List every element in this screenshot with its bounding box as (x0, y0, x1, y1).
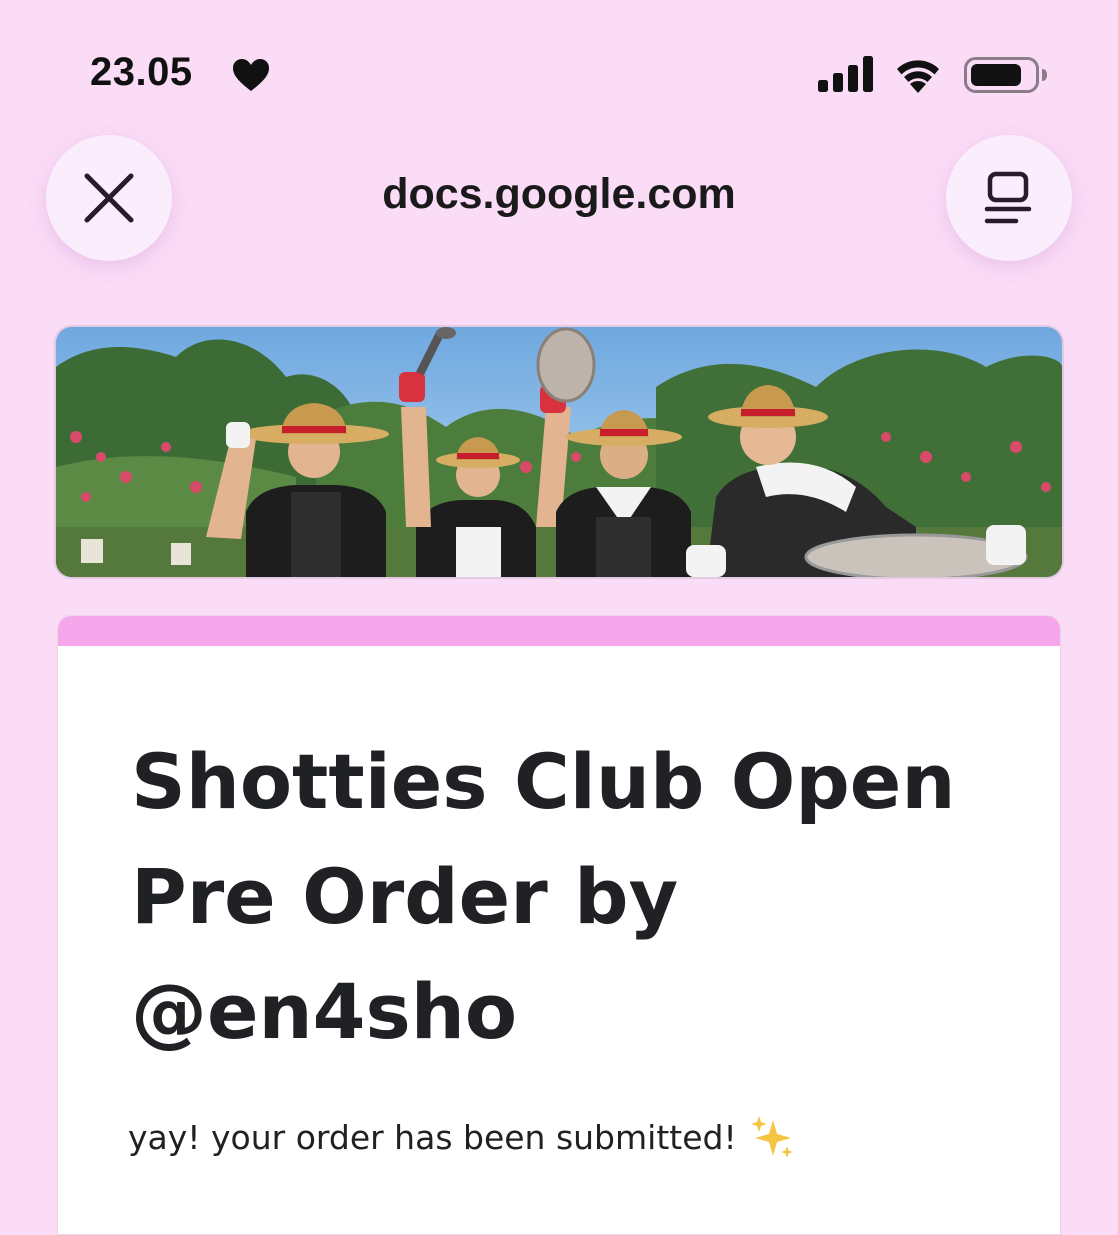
form-card: Shotties Club Open Pre Order by @en4sho … (57, 615, 1061, 1235)
status-time: 23.05 (90, 50, 193, 94)
reader-menu-icon (984, 171, 1032, 224)
reader-menu-button[interactable] (946, 135, 1072, 261)
sparkles-icon (750, 1116, 793, 1158)
browser-toolbar: docs.google.com (0, 125, 1118, 270)
wifi-icon (897, 60, 939, 93)
form-accent-bar (58, 616, 1060, 646)
cellular-signal-icon (818, 56, 873, 92)
form-header-image (54, 325, 1064, 579)
battery-icon (964, 57, 1047, 93)
heart-icon (233, 59, 269, 91)
form-title: Shotties Club Open Pre Order by @en4sho (131, 737, 956, 1056)
status-bar: 23.05 (0, 0, 1118, 120)
confirmation-text: yay! your order has been submitted! (128, 1117, 737, 1157)
confirmation-message: yay! your order has been submitted! (128, 1114, 1008, 1160)
